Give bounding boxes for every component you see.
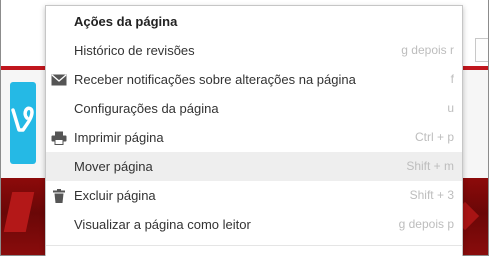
printer-icon <box>51 131 67 145</box>
menu-item-label: Visualizar a página como leitor <box>74 217 251 232</box>
window-border <box>0 0 1 256</box>
trash-icon <box>53 189 65 203</box>
envelope-icon <box>51 74 67 86</box>
menu-item-page-settings[interactable]: Configurações da página u <box>46 94 462 123</box>
background-search-field-edge[interactable] <box>475 38 488 62</box>
menu-item-shortcut: Shift + 3 <box>409 188 454 202</box>
menu-item-move-page[interactable]: Mover página Shift + m <box>46 152 462 181</box>
menu-item-reader-view[interactable]: Visualizar a página como leitor g depois… <box>46 210 462 239</box>
menu-item-label: Mover página <box>74 159 153 174</box>
menu-divider <box>46 245 462 246</box>
menu-item-notifications[interactable]: Receber notificações sobre alterações na… <box>46 65 462 94</box>
page-actions-menu: Ações da página Histórico de revisões g … <box>45 5 463 256</box>
menu-item-shortcut: Ctrl + p <box>414 130 454 144</box>
menu-item-label: Histórico de revisões <box>74 43 195 58</box>
vine-logo[interactable] <box>10 82 36 164</box>
menu-item-revision-history[interactable]: Histórico de revisões g depois r <box>46 36 462 65</box>
vine-v-icon <box>11 106 34 132</box>
menu-item-shortcut: g depois r <box>401 43 454 57</box>
page: Ações da página Histórico de revisões g … <box>0 0 489 256</box>
banner-shape <box>3 192 35 232</box>
menu-item-label: Excluir página <box>74 188 156 203</box>
menu-item-label: Imprimir página <box>74 130 164 145</box>
menu-item-label: Receber notificações sobre alterações na… <box>74 72 356 87</box>
menu-item-label: Configurações da página <box>74 101 219 116</box>
menu-item-print[interactable]: Imprimir página Ctrl + p <box>46 123 462 152</box>
menu-item-delete-page[interactable]: Excluir página Shift + 3 <box>46 181 462 210</box>
menu-item-shortcut: Shift + m <box>406 159 454 173</box>
menu-header: Ações da página <box>74 14 178 29</box>
menu-item-shortcut: u <box>447 101 454 115</box>
menu-item-shortcut: f <box>450 72 454 86</box>
menu-item-shortcut: g depois p <box>398 217 454 231</box>
